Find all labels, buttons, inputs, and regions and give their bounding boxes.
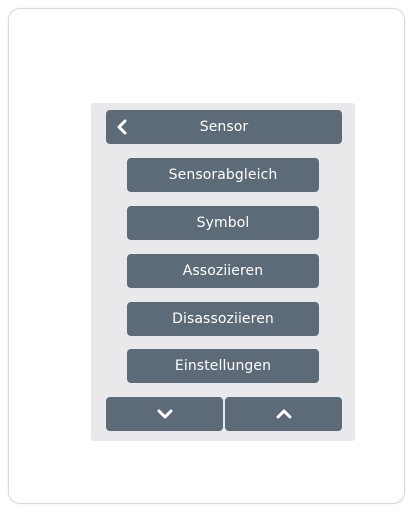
- scroll-up-button[interactable]: [225, 397, 342, 431]
- header-back-button[interactable]: Sensor: [106, 110, 342, 144]
- device-frame: Sensor Sensorabgleich Symbol Assoziieren…: [8, 8, 405, 504]
- menu-item-label: Symbol: [196, 215, 250, 231]
- scroll-down-button[interactable]: [106, 397, 223, 431]
- header-title: Sensor: [199, 119, 249, 135]
- menu-item-disassoziieren[interactable]: Disassoziieren: [127, 302, 319, 336]
- chevron-up-icon: [276, 408, 292, 420]
- menu-item-symbol[interactable]: Symbol: [127, 206, 319, 240]
- menu-item-assoziieren[interactable]: Assoziieren: [127, 254, 319, 288]
- display-screen: Sensor Sensorabgleich Symbol Assoziieren…: [91, 103, 355, 441]
- menu-item-einstellungen[interactable]: Einstellungen: [127, 349, 319, 383]
- menu-item-label: Einstellungen: [174, 358, 272, 374]
- chevron-left-icon[interactable]: [116, 110, 128, 144]
- menu-item-label: Sensorabgleich: [168, 167, 278, 183]
- menu-item-sensorabgleich[interactable]: Sensorabgleich: [127, 158, 319, 192]
- chevron-down-icon: [157, 408, 173, 420]
- menu-item-label: Disassoziieren: [172, 311, 274, 327]
- menu-item-label: Assoziieren: [182, 263, 264, 279]
